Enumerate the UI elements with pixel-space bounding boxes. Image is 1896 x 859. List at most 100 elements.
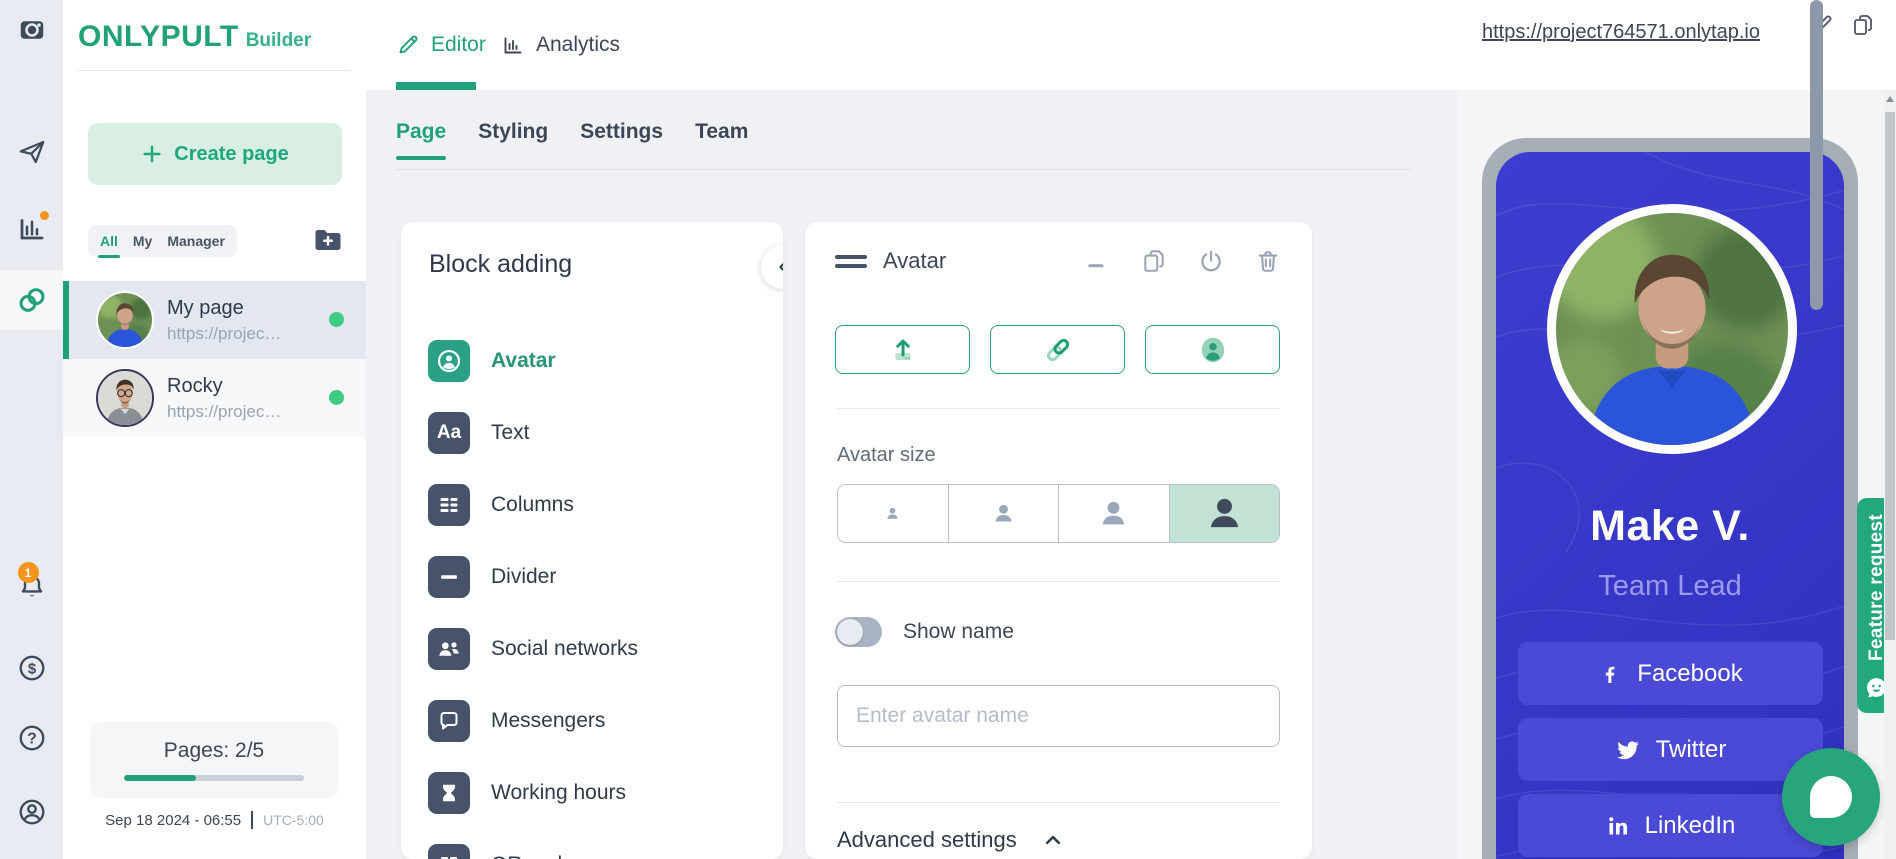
phone-screen: Make V. Team Lead Facebook Twitter Linke… xyxy=(1496,152,1844,859)
main-header: Editor Analytics xyxy=(366,0,1458,90)
avatar-name-input[interactable] xyxy=(837,685,1280,747)
avatar-icon xyxy=(428,340,470,382)
linkedin-link-button[interactable]: LinkedIn xyxy=(1518,794,1823,857)
person-icon xyxy=(1198,335,1228,365)
avatar-size-label: Avatar size xyxy=(837,444,936,467)
block-item-label: Social networks xyxy=(491,637,638,661)
filter-manager[interactable]: Manager xyxy=(167,233,225,249)
default-avatar-button[interactable] xyxy=(1145,325,1280,374)
trash-icon[interactable] xyxy=(1255,248,1281,274)
onlypult-builder-app: 1 $ ? ONLYPULT Builder Create page xyxy=(0,0,1896,859)
link-icon xyxy=(1043,335,1073,365)
page-url: https://projec… xyxy=(167,402,281,422)
twitter-link-button[interactable]: Twitter xyxy=(1518,718,1823,781)
rail-item-billing[interactable]: $ xyxy=(0,640,63,696)
create-page-button[interactable]: Create page xyxy=(88,123,342,185)
filter-all[interactable]: All xyxy=(100,233,118,249)
block-item-working-hours[interactable]: Working hours xyxy=(428,772,626,814)
brand-logo: ONLYPULT Builder xyxy=(63,0,366,54)
pages-progress-fill xyxy=(124,775,196,781)
block-item-text[interactable]: Aa Text xyxy=(428,412,530,454)
preview-scrollbar[interactable] xyxy=(1884,90,1896,859)
block-item-messengers[interactable]: Messengers xyxy=(428,700,605,742)
avatar-size-option-large[interactable] xyxy=(1059,485,1170,542)
facebook-link-button[interactable]: Facebook xyxy=(1518,642,1823,705)
subtab-styling[interactable]: Styling xyxy=(478,120,548,160)
project-url-link[interactable]: https://project764571.onlytap.io xyxy=(1482,21,1760,44)
avatar-source-buttons xyxy=(835,325,1280,374)
divider xyxy=(251,811,253,829)
rail-item-notifications[interactable]: 1 xyxy=(0,558,63,614)
brand-name: ONLYPULT xyxy=(78,20,239,54)
question-icon: ? xyxy=(17,723,47,753)
filter-my[interactable]: My xyxy=(133,233,152,249)
avatar-size-option-small[interactable] xyxy=(838,485,949,542)
scroll-up-arrow[interactable] xyxy=(1886,96,1894,102)
tab-editor[interactable]: Editor xyxy=(396,0,486,90)
block-item-columns[interactable]: Columns xyxy=(428,484,574,526)
dollar-icon: $ xyxy=(17,653,47,683)
avatar-size-option-medium[interactable] xyxy=(949,485,1060,542)
subtab-page[interactable]: Page xyxy=(396,120,446,160)
preview-header: https://project764571.onlytap.io xyxy=(1458,0,1896,90)
block-item-label: Divider xyxy=(491,565,556,589)
main-scrollbar-thumb[interactable] xyxy=(1810,0,1823,310)
collapse-panel-button[interactable] xyxy=(761,245,783,289)
bell-icon: 1 xyxy=(17,571,47,601)
rail-item-account[interactable] xyxy=(0,784,63,840)
page-row-my-page[interactable]: My page https://projec… xyxy=(63,281,366,359)
block-item-avatar[interactable]: Avatar xyxy=(428,340,556,382)
block-item-social-networks[interactable]: Social networks xyxy=(428,628,638,670)
rail-item-links-active[interactable] xyxy=(0,270,63,330)
sidebar-footer: Sep 18 2024 - 06:55 UTC-5:00 xyxy=(63,811,366,829)
link-chain-icon xyxy=(16,284,48,316)
text-icon: Aa xyxy=(428,412,470,454)
avatar-panel-title: Avatar xyxy=(883,248,946,274)
duplicate-icon[interactable] xyxy=(1141,248,1167,274)
page-row-rocky[interactable]: Rocky https://projec… xyxy=(63,359,366,437)
notification-badge: 1 xyxy=(18,562,39,583)
copy-url-icon[interactable] xyxy=(1851,13,1875,37)
chat-widget-button[interactable] xyxy=(1782,748,1880,846)
add-folder-button[interactable] xyxy=(313,226,343,254)
toggle-knob xyxy=(837,619,863,645)
notification-dot xyxy=(40,211,49,220)
subtab-settings[interactable]: Settings xyxy=(580,120,663,160)
svg-text:$: $ xyxy=(27,660,36,677)
show-name-toggle[interactable] xyxy=(835,617,882,647)
rail-item-posting[interactable] xyxy=(0,2,63,58)
subtab-team[interactable]: Team xyxy=(695,120,748,160)
avatar-by-link-button[interactable] xyxy=(990,325,1125,374)
facebook-icon xyxy=(1598,662,1622,686)
rail-item-help[interactable]: ? xyxy=(0,710,63,766)
tab-analytics[interactable]: Analytics xyxy=(501,0,620,90)
avatar-size-option-xlarge-selected[interactable] xyxy=(1170,485,1280,542)
user-circle-icon xyxy=(17,797,47,827)
page-title: My page xyxy=(167,297,281,320)
divider xyxy=(837,802,1280,803)
twitter-icon xyxy=(1615,737,1641,763)
divider-icon xyxy=(428,556,470,598)
linkedin-icon xyxy=(1606,814,1630,838)
preview-scrollbar-thumb[interactable] xyxy=(1885,112,1895,640)
block-adding-panel: Block adding Avatar Aa Text Columns xyxy=(401,222,783,859)
block-adding-title: Block adding xyxy=(429,250,572,279)
rail-item-analytics[interactable] xyxy=(0,200,63,256)
upload-avatar-button[interactable] xyxy=(835,325,970,374)
drag-handle-icon[interactable] xyxy=(835,255,867,268)
page-avatar xyxy=(96,369,154,427)
advanced-settings-toggle[interactable]: Advanced settings xyxy=(837,827,1063,853)
block-item-divider[interactable]: Divider xyxy=(428,556,556,598)
page-url: https://projec… xyxy=(167,324,281,344)
tab-analytics-label: Analytics xyxy=(536,33,620,57)
tab-editor-label: Editor xyxy=(431,33,486,57)
editor-subtabs: Page Styling Settings Team xyxy=(396,120,748,160)
bar-chart-icon xyxy=(17,213,47,243)
social-networks-icon xyxy=(428,628,470,670)
minimize-icon[interactable] xyxy=(1084,248,1110,274)
status-dot-online xyxy=(329,312,344,327)
power-toggle-icon[interactable] xyxy=(1198,248,1224,274)
block-item-qr-code[interactable]: QR code xyxy=(428,844,574,859)
main-editor-area: Editor Analytics Page Styling Settings T… xyxy=(366,0,1458,859)
rail-item-campaigns[interactable] xyxy=(0,124,63,180)
